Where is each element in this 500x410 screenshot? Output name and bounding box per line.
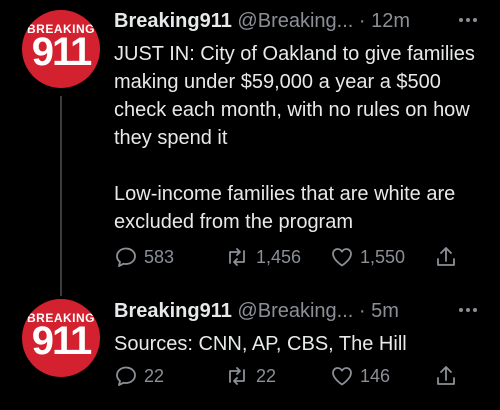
separator-dot: · [358,10,366,32]
share-button[interactable] [434,243,458,271]
user-handle[interactable]: @Breaking... [237,300,353,322]
avatar[interactable]: BREAKING 911 [22,10,100,88]
retweet-icon [224,245,250,269]
tweet-header: Breaking911 @Breaking... · 5m [114,300,482,326]
retweet-button[interactable]: 1,456 [224,243,301,271]
share-icon [434,244,458,270]
user-handle[interactable]: @Breaking... [237,10,353,32]
retweet-count: 1,456 [256,246,302,267]
share-button[interactable] [434,362,458,390]
tweet[interactable]: BREAKING 911 Breaking911 @Breaking... · … [0,290,500,410]
thread-connector-line [60,96,62,296]
reply-count: 583 [144,246,175,267]
reply-icon [114,364,138,388]
like-button[interactable]: 146 [330,362,390,390]
more-dots-icon[interactable] [454,10,482,30]
heart-icon [330,245,354,269]
like-count: 1,550 [360,246,406,267]
tweet-text: Sources: CNN, AP, CBS, The Hill [114,330,486,358]
share-icon [434,363,458,389]
display-name[interactable]: Breaking911 [114,10,232,32]
tweet-actions: 22 22 146 [114,362,486,390]
reply-button[interactable]: 583 [114,243,174,271]
like-count: 146 [360,365,391,386]
tweet-text: JUST IN: City of Oakland to give familie… [114,40,486,236]
retweet-icon [224,364,250,388]
retweet-count: 22 [256,365,277,386]
separator-dot: · [358,300,366,322]
retweet-button[interactable]: 22 [224,362,276,390]
tweet-paragraph: Sources: CNN, AP, CBS, The Hill [114,333,407,355]
more-dots-icon[interactable] [454,300,482,320]
tweet[interactable]: BREAKING 911 Breaking911 @Breaking... · … [0,0,500,296]
reply-icon [114,245,138,269]
tweet-header: Breaking911 @Breaking... · 12m [114,10,482,36]
heart-icon [330,364,354,388]
tweet-paragraph: Low-income families that are white are e… [114,183,456,233]
avatar-logo-number: 911 [31,30,93,74]
tweet-actions: 583 1,456 1,550 [114,243,486,271]
like-button[interactable]: 1,550 [330,243,405,271]
avatar[interactable]: BREAKING 911 [22,299,100,377]
timestamp[interactable]: 12m [371,10,410,32]
display-name[interactable]: Breaking911 [114,300,232,322]
reply-count: 22 [144,365,165,386]
reply-button[interactable]: 22 [114,362,164,390]
timestamp[interactable]: 5m [371,300,399,322]
tweet-paragraph: JUST IN: City of Oakland to give familie… [114,43,475,149]
avatar-logo-number: 911 [31,319,93,363]
